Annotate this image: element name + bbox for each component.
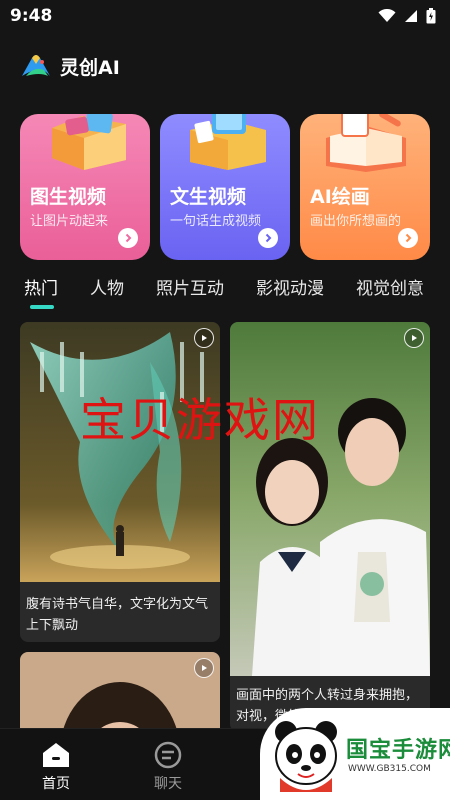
active-tab-indicator [30,305,54,309]
nav-chat[interactable]: 聊天 [138,741,198,793]
app-logo-icon [22,55,50,76]
play-icon[interactable] [404,328,424,348]
tab-label: 热门 [24,279,58,299]
card-text-to-video[interactable]: 文生视频 一句话生成视频 [160,114,290,260]
home-icon [43,743,69,767]
card-title: 图生视频 [30,186,107,208]
play-icon[interactable] [194,658,214,678]
card-title: 文生视频 [170,186,247,208]
card-subtitle: 让图片动起来 [30,214,109,229]
card-subtitle: 一句话生成视频 [170,214,262,229]
chevron-right-icon[interactable] [398,228,418,248]
app-header: 灵创AI [20,50,120,82]
status-icons [378,8,436,24]
site-badge-url: WWW.GB315.COM [348,764,431,774]
video-tile[interactable]: 腹有诗书气自华，文字化为文气上下飘动 [20,322,220,642]
site-badge-name: 国宝手游网 [346,738,450,763]
tab-label: 照片互动 [156,279,224,299]
wifi-icon [378,9,396,22]
battery-icon [426,8,436,24]
tab-label: 人物 [90,279,124,299]
nav-home-label: 首页 [42,776,70,792]
signal-icon [405,10,417,22]
watermark-text: 宝贝游戏网 [80,393,320,447]
tile-caption: 腹有诗书气自华，文字化为文气上下飘动 [26,597,209,633]
tab-visual-creative[interactable]: 视觉创意 [356,274,434,306]
status-time: 9:48 [10,6,53,26]
couple-photo-image [230,322,430,676]
book-illustration [326,114,406,172]
panda-logo-icon [275,721,337,792]
play-icon[interactable] [194,328,214,348]
tab-film-anime[interactable]: 影视动漫 [256,274,356,306]
status-bar: 9:48 [0,0,450,32]
feature-cards: 图生视频 让图片动起来 文生视频 一句话生成视频 AI绘画 画出你所想画的 [20,114,430,260]
video-tile[interactable] [20,652,220,732]
tab-photo-interaction[interactable]: 照片互动 [156,274,256,306]
tab-people[interactable]: 人物 [90,274,156,306]
chat-icon [154,741,182,769]
tab-hot[interactable]: 热门 [24,274,90,309]
chevron-right-icon[interactable] [258,228,278,248]
site-badge: 国宝手游网 WWW.GB315.COM [260,708,450,800]
nav-chat-label: 聊天 [154,776,182,792]
card-image-to-video[interactable]: 图生视频 让图片动起来 [20,114,150,260]
calligraphy-scene-image [20,322,220,582]
image-folder-illustration [52,114,126,170]
card-title: AI绘画 [310,186,370,208]
category-tabs: 热门 人物 照片互动 影视动漫 视觉创意 [24,274,434,310]
nav-home[interactable]: 首页 [26,741,86,793]
card-subtitle: 画出你所想画的 [310,214,402,229]
tv-box-illustration [190,114,266,170]
chevron-right-icon[interactable] [118,228,138,248]
tab-label: 影视动漫 [256,279,324,299]
card-ai-painting[interactable]: AI绘画 画出你所想画的 [300,114,430,260]
tab-label: 视觉创意 [356,279,424,299]
portrait-image [20,652,220,732]
app-title: 灵创AI [60,56,120,79]
